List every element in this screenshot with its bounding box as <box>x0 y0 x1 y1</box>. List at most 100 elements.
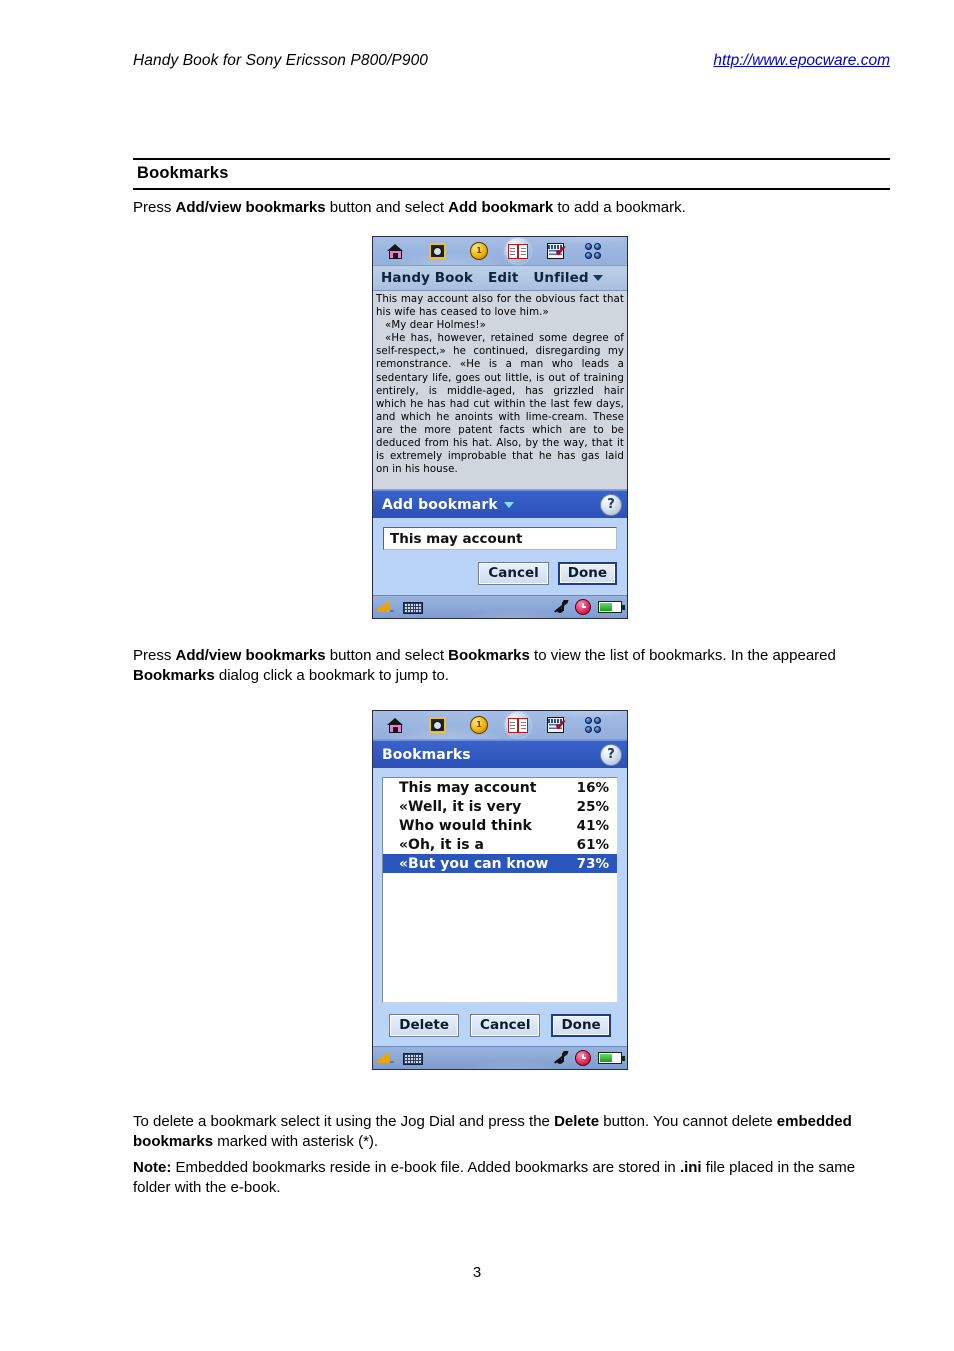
phone2-app-toolbar: 1 ✔ <box>373 711 627 740</box>
dialog-title-add-bookmark[interactable]: Add bookmark <box>382 497 514 513</box>
page-title: Bookmarks <box>137 164 229 182</box>
paragraph-note: Note: Embedded bookmarks reside in e-boo… <box>133 1158 890 1198</box>
bookmarks-list[interactable]: This may account 16% «Well, it is very 2… <box>382 777 618 1003</box>
bookmark-label: «Well, it is very <box>399 798 522 815</box>
home-icon[interactable] <box>382 713 408 737</box>
help-icon[interactable]: ? <box>600 493 622 516</box>
list-item[interactable]: «Well, it is very 25% <box>383 797 617 816</box>
list-item[interactable]: This may account 16% <box>383 778 617 797</box>
p4-text-a: Embedded bookmarks reside in e-book file… <box>171 1159 680 1176</box>
p2-text-d: to view the list of bookmarks. In the ap… <box>529 647 836 664</box>
delete-button[interactable]: Delete <box>389 1014 460 1037</box>
phone1-dialog-body: This may account Cancel Done <box>373 518 627 595</box>
reader-line-2: «My dear Holmes!» <box>385 320 486 332</box>
p3-bold-delete: Delete <box>554 1113 600 1130</box>
document-page: Handy Book for Sony Ericsson P800/P900 h… <box>0 0 954 1351</box>
cancel-button[interactable]: Cancel <box>478 562 549 585</box>
done-button[interactable]: Done <box>557 562 617 585</box>
reader-line-1: This may account also for the obvious fa… <box>376 294 624 319</box>
dialog-title-label: Bookmarks <box>382 746 471 763</box>
bookmark-label: Who would think <box>399 817 532 834</box>
bookmark-percent: 16% <box>576 779 609 796</box>
bookmark-percent: 25% <box>576 798 609 815</box>
clock-icon <box>575 599 591 615</box>
sound-muted-icon <box>554 1051 569 1065</box>
list-item[interactable]: «Oh, it is a 61% <box>383 835 617 854</box>
p1-text-d: to add a bookmark. <box>553 199 686 216</box>
phone1-reader-text[interactable]: This may account also for the obvious fa… <box>373 291 627 490</box>
checklist-icon[interactable]: ✔ <box>542 713 568 737</box>
bookmark-label: This may account <box>399 779 537 796</box>
done-button[interactable]: Done <box>551 1014 611 1037</box>
keyboard-icon[interactable] <box>403 602 423 614</box>
list-item-selected[interactable]: «But you can know 73% <box>383 854 617 873</box>
dialog-title-bookmarks: Bookmarks <box>382 747 471 763</box>
menu-item-edit[interactable]: Edit <box>473 270 518 286</box>
menu-item-folder-unfiled[interactable]: Unfiled <box>518 270 603 286</box>
bookmark-label: «But you can know <box>399 855 549 872</box>
battery-icon <box>598 1052 625 1064</box>
phone-screenshot-bookmarks-list: 1 ✔ Bookmarks ? This may account 16% «We… <box>372 710 628 1070</box>
signal-icon <box>378 600 395 614</box>
p2-bold-bookmarks-2: Bookmarks <box>133 667 215 684</box>
header-title: Handy Book for Sony Ericsson P800/P900 <box>133 52 429 69</box>
folder-label: Unfiled <box>533 270 589 286</box>
battery-icon <box>598 601 625 613</box>
open-book-icon[interactable] <box>505 712 531 738</box>
phone1-status-bar <box>373 595 627 618</box>
grid-icon[interactable] <box>580 239 606 263</box>
p2-bold-addview: Add/view bookmarks <box>175 647 326 664</box>
reader-line-3: «He has, however, retained some degree o… <box>376 333 624 476</box>
home-icon[interactable] <box>382 239 408 263</box>
p2-bold-bookmarks: Bookmarks <box>448 647 530 664</box>
safe-icon[interactable] <box>424 239 450 263</box>
coin-icon[interactable]: 1 <box>466 239 492 263</box>
signal-icon <box>378 1051 395 1065</box>
p1-text-a: Press <box>133 199 176 216</box>
chevron-down-icon <box>592 275 603 281</box>
p3-text-a: To delete a bookmark select it using the… <box>133 1113 555 1130</box>
bookmark-percent: 61% <box>576 836 609 853</box>
section-heading-bookmarks: Bookmarks <box>133 158 890 190</box>
p4-bold-ini: .ini <box>679 1159 702 1176</box>
phone1-app-toolbar: 1 ✔ <box>373 237 627 266</box>
open-book-icon[interactable] <box>505 238 531 264</box>
menu-item-app-name[interactable]: Handy Book <box>373 270 473 286</box>
p3-text-d: marked with asterisk (*). <box>213 1133 379 1150</box>
p2-text-a: Press <box>133 647 176 664</box>
p1-text-c: button and select <box>325 199 449 216</box>
note-label: Note: <box>133 1159 172 1176</box>
paragraph-view-bookmarks: Press Add/view bookmarks button and sele… <box>133 646 890 686</box>
help-icon[interactable]: ? <box>600 743 622 766</box>
keyboard-icon[interactable] <box>403 1053 423 1065</box>
chevron-down-icon <box>503 501 514 508</box>
phone2-button-row: Delete Cancel Done <box>381 1014 619 1037</box>
phone2-list-container: This may account 16% «Well, it is very 2… <box>373 768 627 1003</box>
sound-muted-icon <box>554 600 569 614</box>
document-running-header: Handy Book for Sony Ericsson P800/P900 h… <box>133 52 890 70</box>
p1-bold-addbookmark: Add bookmark <box>448 199 554 216</box>
page-number: 3 <box>472 1264 482 1281</box>
bookmark-percent: 73% <box>576 855 609 872</box>
bookmark-percent: 41% <box>576 817 609 834</box>
grid-icon[interactable] <box>580 713 606 737</box>
bookmark-name-input[interactable]: This may account <box>383 527 617 550</box>
paragraph-add-bookmark: Press Add/view bookmarks button and sele… <box>133 198 890 218</box>
coin-icon[interactable]: 1 <box>466 713 492 737</box>
paragraph-delete-bookmark: To delete a bookmark select it using the… <box>133 1112 890 1152</box>
safe-icon[interactable] <box>424 713 450 737</box>
list-item[interactable]: Who would think 41% <box>383 816 617 835</box>
phone1-button-row: Cancel Done <box>383 562 617 585</box>
phone2-status-bar <box>373 1046 627 1069</box>
checklist-icon[interactable]: ✔ <box>542 239 568 263</box>
phone-screenshot-add-bookmark: 1 ✔ Handy Book Edit Unfiled This may acc… <box>372 236 628 619</box>
clock-icon <box>575 1050 591 1066</box>
phone1-menu-bar: Handy Book Edit Unfiled <box>373 266 627 291</box>
bookmark-label: «Oh, it is a <box>399 836 484 853</box>
p3-text-c: button. You cannot delete <box>599 1113 777 1130</box>
phone2-dialog-title-bar: Bookmarks ? <box>373 740 627 768</box>
cancel-button[interactable]: Cancel <box>470 1014 541 1037</box>
header-url-link[interactable]: http://www.epocware.com <box>713 52 890 70</box>
phone2-button-area: Delete Cancel Done <box>373 1003 627 1046</box>
p2-text-e: dialog click a bookmark to jump to. <box>214 667 449 684</box>
